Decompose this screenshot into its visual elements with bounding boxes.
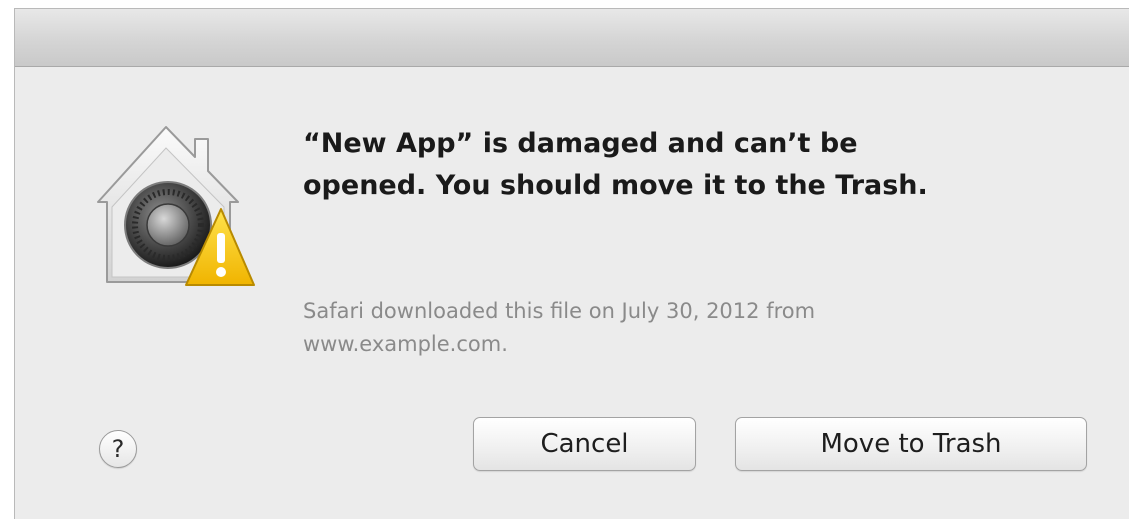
help-button[interactable]: ? <box>99 430 137 468</box>
cancel-button[interactable]: Cancel <box>473 417 696 471</box>
dialog-message: “New App” is damaged and can’t be opened… <box>303 128 928 201</box>
move-to-trash-button-label: Move to Trash <box>820 429 1002 459</box>
move-to-trash-button[interactable]: Move to Trash <box>735 417 1087 471</box>
cancel-button-label: Cancel <box>540 429 629 459</box>
help-icon: ? <box>111 435 125 463</box>
dialog-titlebar[interactable] <box>15 9 1129 67</box>
gatekeeper-warning-icon <box>97 126 255 286</box>
alert-dialog: “New App” is damaged and can’t be opened… <box>14 8 1129 519</box>
dialog-informative-text: Safari downloaded this file on July 30, … <box>303 299 816 356</box>
